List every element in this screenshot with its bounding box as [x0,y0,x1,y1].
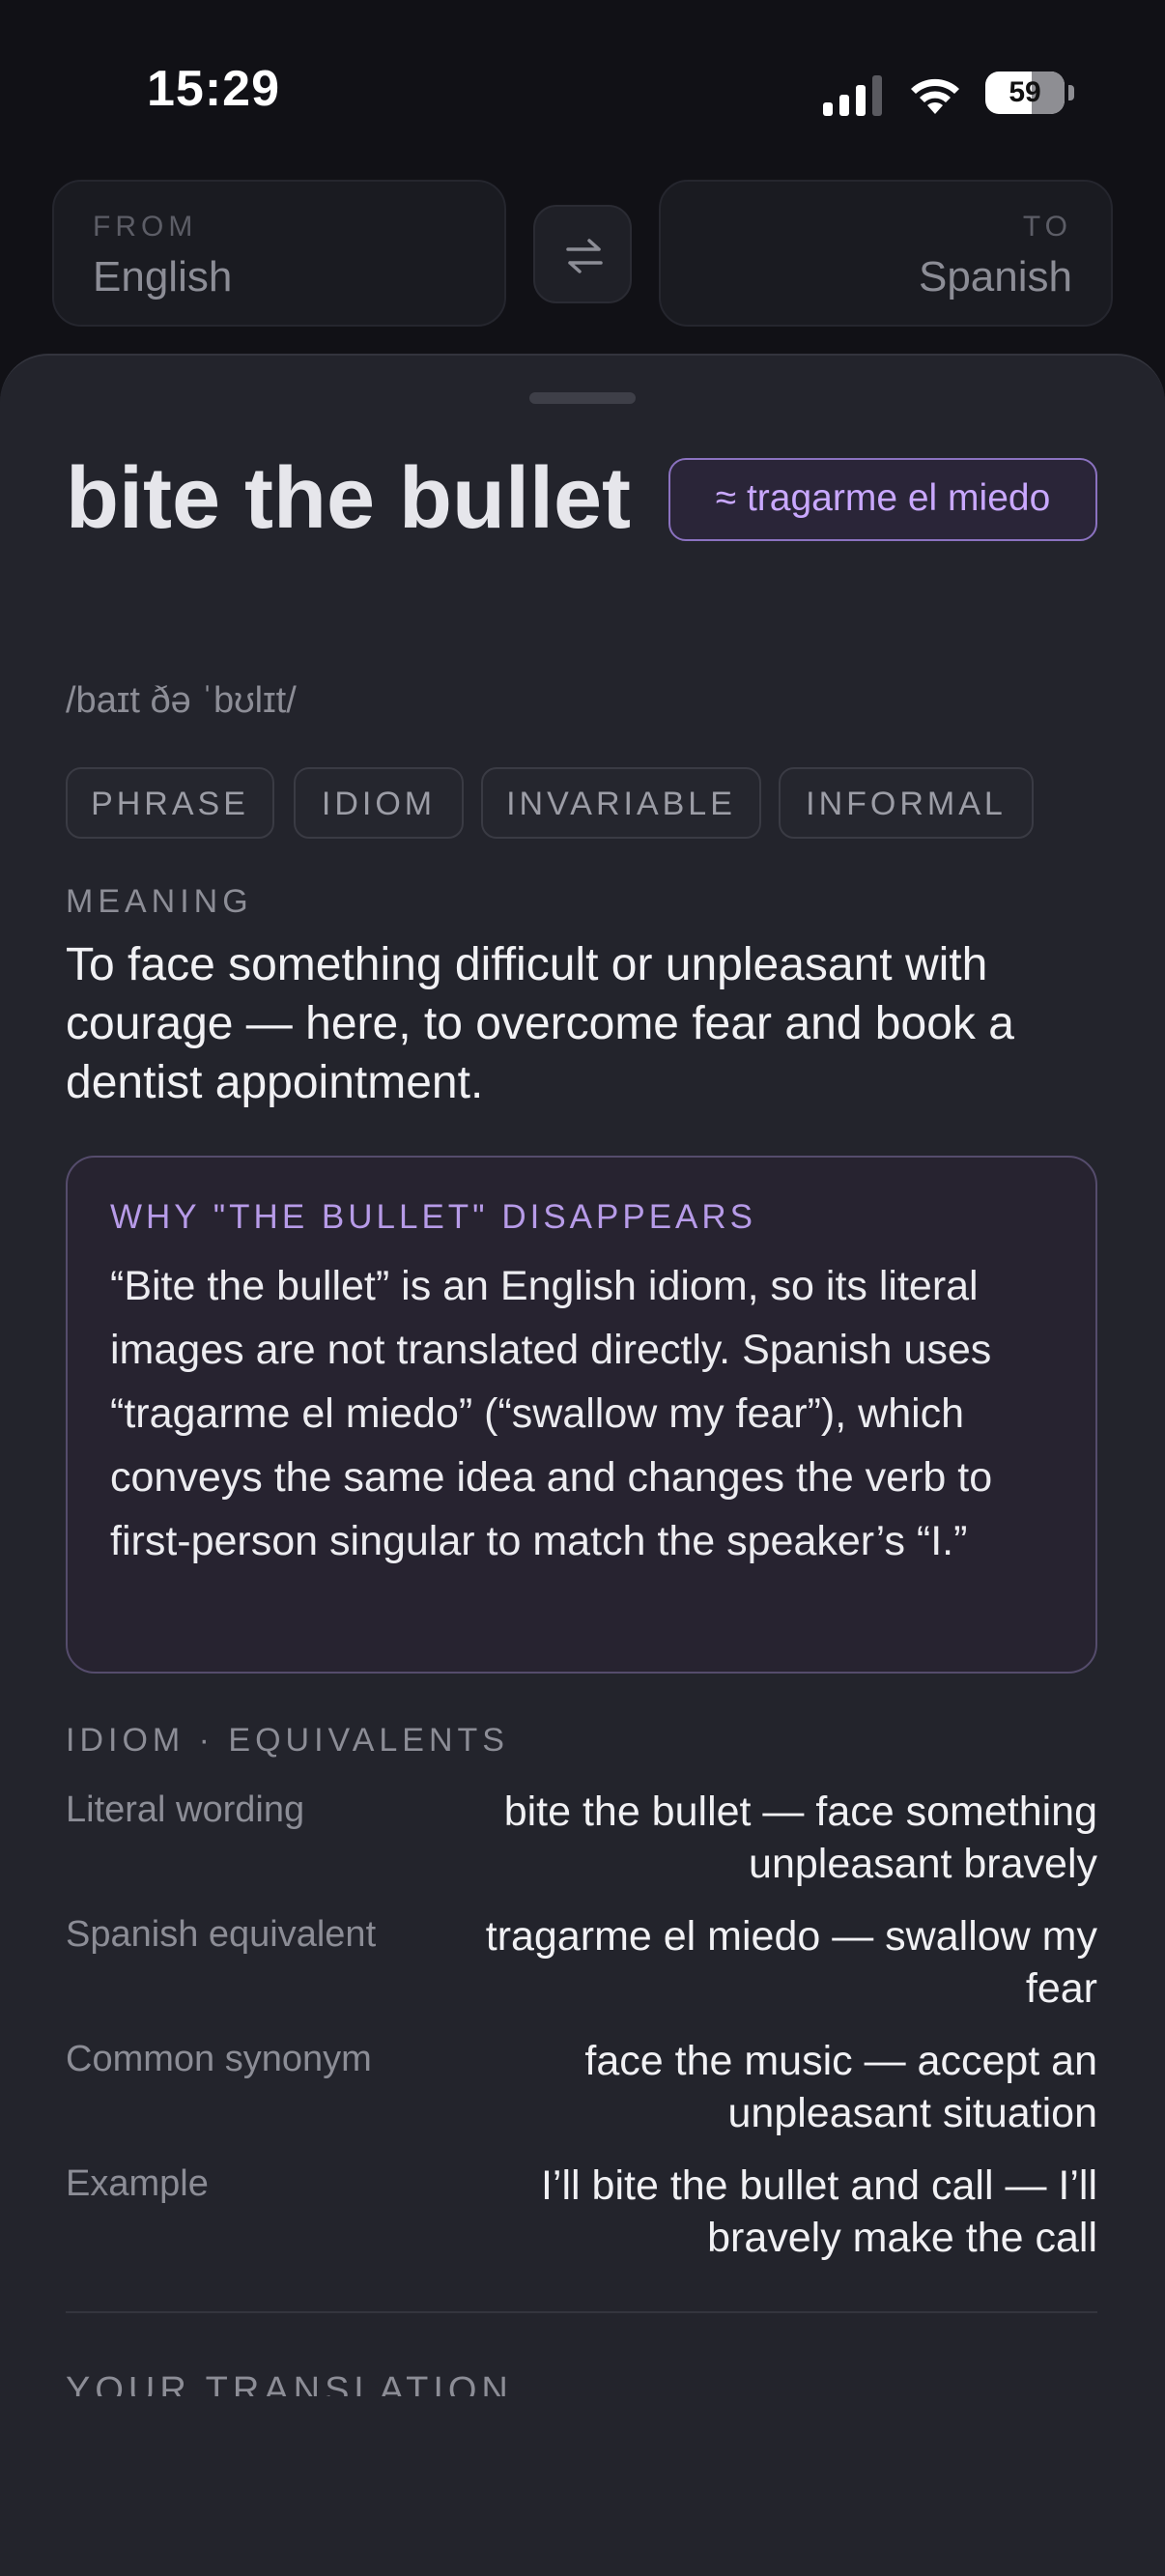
language-selector: FROM English TO Spanish [52,180,1113,329]
wifi-icon [911,78,959,114]
to-language-select[interactable]: TO Spanish [659,180,1113,327]
why-note-card: WHY "THE BULLET" DISAPPEARS “Bite the bu… [66,1156,1097,1674]
equivalents-label: IDIOM · EQUIVALENTS [66,1722,509,1759]
from-language-value: English [93,253,233,301]
tag-phrase: PHRASE [66,767,274,839]
from-language-select[interactable]: FROM English [52,180,506,327]
meaning-text: To face something difficult or unpleasan… [66,939,1014,1108]
equivalent-value: face the music — accept an unpleasant si… [584,2038,1097,2136]
why-note-text: “Bite the bullet” is an English idiom, s… [110,1263,993,1564]
tag-idiom: IDIOM [294,767,464,839]
equivalent-key: Example [66,2163,209,2204]
swap-languages-button[interactable] [533,205,632,303]
meaning-label: MEANING [66,883,253,920]
equivalent-value: I’ll bite the bullet and call — I’ll bra… [540,2162,1097,2261]
your-translation-label: YOUR TRANSLATION [66,2370,513,2396]
to-caption: TO [1022,211,1072,243]
equivalent-key: Common synonym [66,2039,372,2079]
swap-icon [566,239,603,273]
to-language-value: Spanish [918,253,1072,301]
equivalent-value: tragarme el miedo — swallow my fear [485,1913,1097,2012]
tag-invariable: INVARIABLE [481,767,761,839]
cellular-signal-icon [823,75,882,116]
equivalent-value: bite the bullet — face something unpleas… [503,1789,1097,1887]
why-note-title: WHY "THE BULLET" DISAPPEARS [110,1198,757,1236]
equivalent-pill[interactable]: ≈ tragarme el miedo [668,458,1097,541]
pronunciation: /baɪt ðə ˈbʊlɪt/ [66,680,297,721]
battery-icon: 59 [985,72,1074,114]
entry-detail-sheet: bite the bullet ≈ tragarme el miedo /baɪ… [0,354,1165,2576]
section-divider [66,2311,1097,2313]
tag-informal: INFORMAL [779,767,1034,839]
equivalent-key: Spanish equivalent [66,1914,377,1955]
headword: bite the bullet [66,450,631,547]
from-caption: FROM [93,211,198,243]
sheet-drag-handle[interactable] [529,392,636,404]
equivalent-key: Literal wording [66,1789,305,1830]
status-bar: 15:29 59 [0,0,1165,174]
battery-level: 59 [1009,76,1041,108]
status-time: 15:29 [147,61,280,117]
